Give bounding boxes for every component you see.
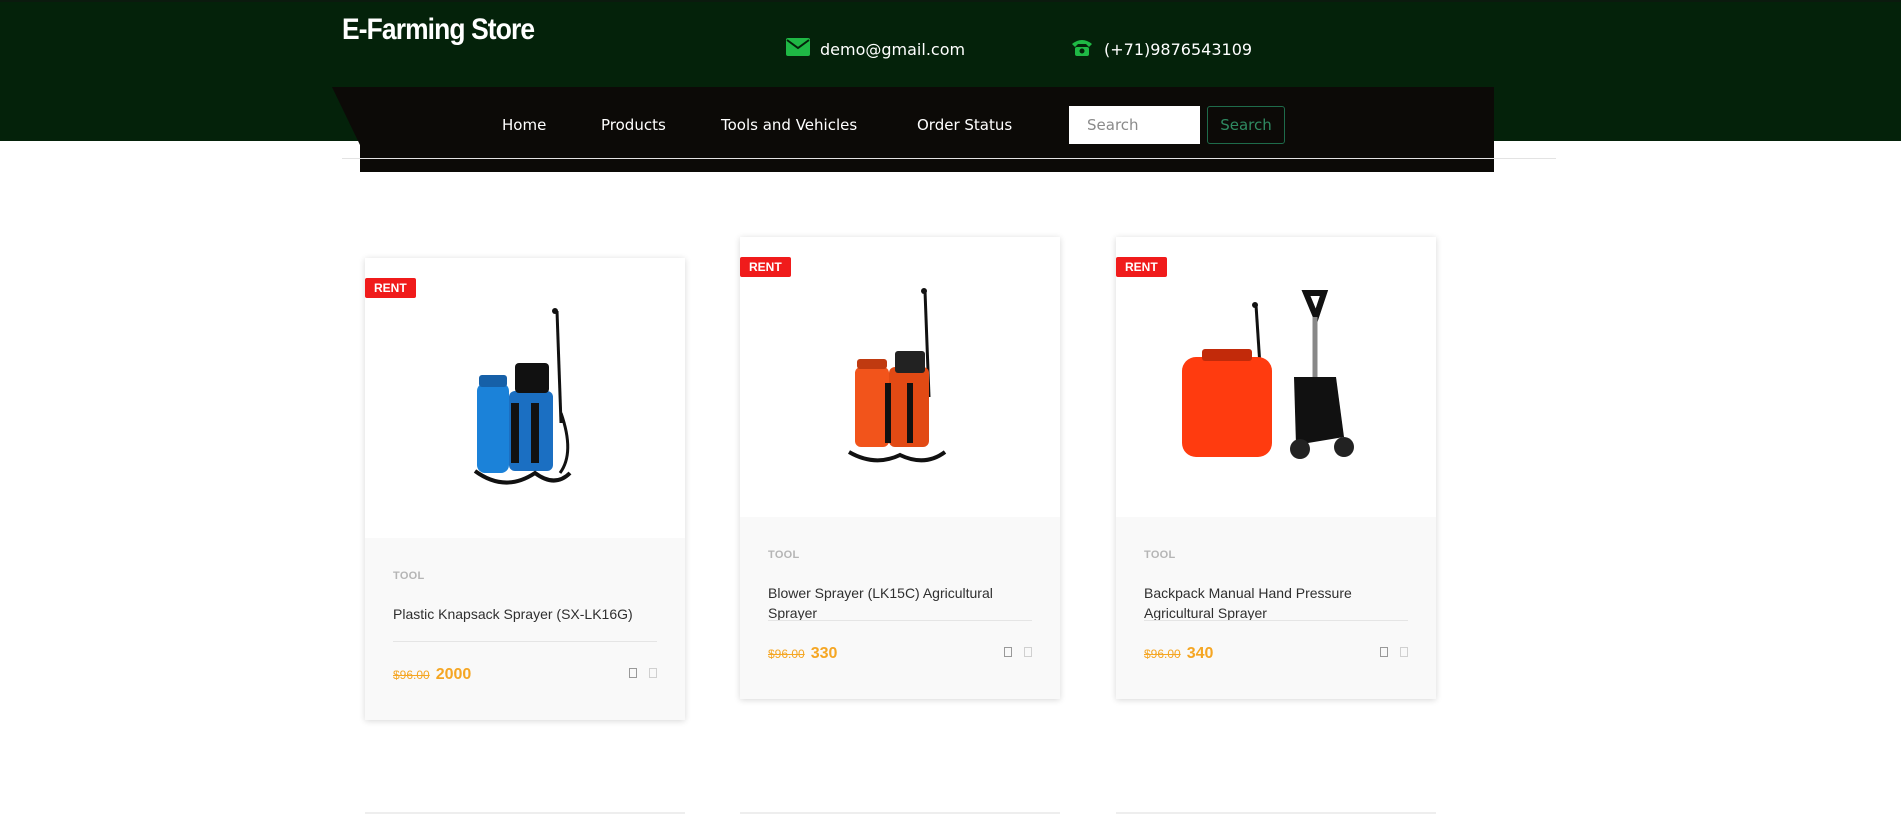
- old-price: $96.00: [768, 647, 805, 661]
- wishlist-icon[interactable]: [649, 668, 657, 678]
- product-image-sprayer-blue: [473, 308, 572, 485]
- product-category[interactable]: TOOL: [393, 570, 425, 582]
- product-image[interactable]: [365, 258, 685, 538]
- cart-icon[interactable]: [629, 668, 637, 678]
- product-category[interactable]: TOOL: [768, 549, 800, 561]
- product-actions: [629, 668, 657, 678]
- product-title[interactable]: Plastic Knapsack Sprayer (SX-LK16G): [393, 604, 653, 624]
- rent-badge: RENT: [1116, 257, 1167, 277]
- product-image[interactable]: [740, 237, 1060, 517]
- product-info: TOOL Blower Sprayer (LK15C) Agricultural…: [740, 517, 1060, 699]
- nav-order-status[interactable]: Order Status: [917, 116, 1012, 134]
- product-card[interactable]: RENT TOOL Backpack Manual Hand Pressure …: [1116, 237, 1436, 699]
- product-card[interactable]: RENT TOOL Blower Sprayer (LK15C) Agricul…: [740, 237, 1060, 699]
- product-actions: [1380, 647, 1408, 657]
- old-price: $96.00: [1144, 647, 1181, 661]
- brand-logo[interactable]: E-Farming Store: [342, 13, 535, 47]
- rent-badge: RENT: [740, 257, 791, 277]
- card-divider: [1144, 620, 1408, 621]
- product-price: $96.00 2000: [393, 666, 471, 684]
- rent-badge: RENT: [365, 278, 416, 298]
- product-actions: [1004, 647, 1032, 657]
- contact-email: demo@gmail.com: [786, 38, 965, 60]
- product-info: TOOL Plastic Knapsack Sprayer (SX-LK16G)…: [365, 538, 685, 720]
- contact-phone: (+71)9876543109: [1070, 38, 1252, 60]
- nav-products[interactable]: Products: [601, 116, 666, 134]
- header-top-border: [0, 0, 1901, 2]
- navbar-wedge: [332, 87, 360, 145]
- product-image-sprayer-orange: [848, 288, 947, 463]
- card-divider: [393, 641, 657, 642]
- search-button[interactable]: Search: [1207, 106, 1285, 144]
- contact-email-text[interactable]: demo@gmail.com: [820, 40, 965, 59]
- product-info: TOOL Backpack Manual Hand Pressure Agric…: [1116, 517, 1436, 699]
- new-price: 330: [810, 645, 838, 662]
- cart-icon[interactable]: [1380, 647, 1388, 657]
- new-price: 2000: [435, 666, 472, 683]
- nav-tools-and-vehicles[interactable]: Tools and Vehicles: [721, 116, 857, 134]
- contact-phone-text[interactable]: (+71)9876543109: [1104, 40, 1252, 59]
- product-title[interactable]: Blower Sprayer (LK15C) Agricultural Spra…: [768, 583, 1028, 623]
- cart-icon[interactable]: [1004, 647, 1012, 657]
- phone-icon: [1070, 38, 1094, 60]
- product-title[interactable]: Backpack Manual Hand Pressure Agricultur…: [1144, 583, 1404, 623]
- product-image-trolley-sprayer: [1182, 290, 1354, 459]
- product-price: $96.00 330: [768, 645, 837, 663]
- wishlist-icon[interactable]: [1024, 647, 1032, 657]
- product-card[interactable]: RENT TOOL Plastic Knapsack Sprayer (SX-L…: [365, 258, 685, 720]
- old-price: $96.00: [393, 668, 430, 682]
- product-price: $96.00 340: [1144, 645, 1213, 663]
- search-input[interactable]: [1069, 106, 1200, 144]
- new-price: 340: [1186, 645, 1214, 662]
- card-divider: [768, 620, 1032, 621]
- wishlist-icon[interactable]: [1400, 647, 1408, 657]
- product-image[interactable]: [1116, 237, 1436, 517]
- envelope-icon: [786, 38, 810, 60]
- nav-home[interactable]: Home: [502, 116, 546, 134]
- product-category[interactable]: TOOL: [1144, 549, 1176, 561]
- header-divider: [342, 158, 1556, 159]
